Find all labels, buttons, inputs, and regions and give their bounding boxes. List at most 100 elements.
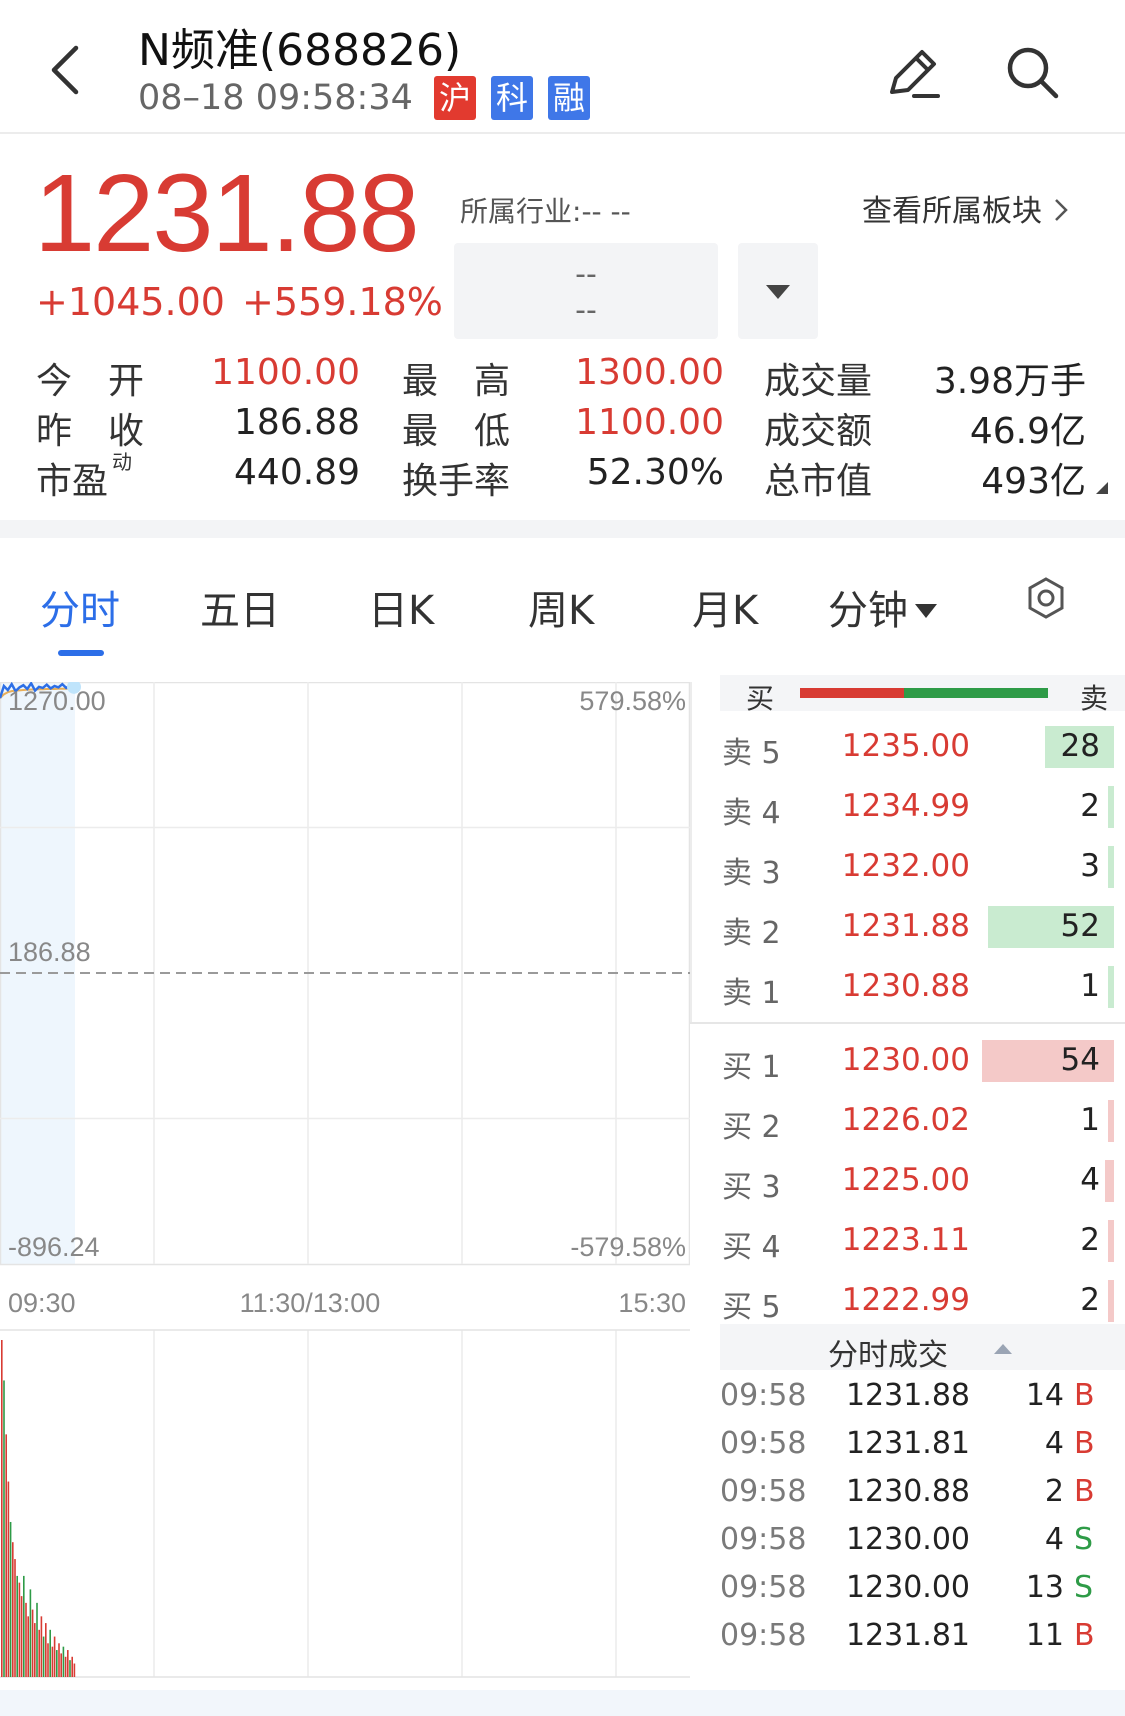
axis-label: -579.58% [570, 1232, 686, 1262]
volume-bar [62, 1646, 65, 1677]
volume-bar [67, 1650, 69, 1677]
caret-down-icon [915, 604, 937, 618]
ask-volume-bar [1108, 786, 1114, 828]
ask-level-label: 卖 5 [722, 736, 781, 771]
margin-tag: 融 [548, 76, 590, 120]
tab-label: 分时 [40, 588, 120, 634]
bid-price[interactable]: 1230.00 [790, 1042, 970, 1078]
ask-price[interactable]: 1231.88 [790, 908, 970, 944]
axis-label: 1270.00 [8, 686, 106, 716]
caret-up-icon[interactable] [992, 1338, 1014, 1360]
volume-bar [42, 1636, 45, 1677]
volume-bar [71, 1656, 73, 1677]
app-header: N频准(688826) 08–18 09:58:34 沪 科 融 [0, 0, 1125, 134]
ask-level-label: 卖 3 [722, 856, 781, 891]
volume-bar [58, 1643, 60, 1677]
tick-price: 1231.81 [845, 1618, 970, 1653]
view-sector-link[interactable]: 查看所属板块 [862, 186, 1070, 230]
ask-price[interactable]: 1235.00 [790, 728, 970, 764]
ask-price[interactable]: 1232.00 [790, 848, 970, 884]
caret-down-icon [766, 285, 790, 299]
stat-value: 1300.00 [575, 352, 724, 393]
tab-label: 周K [528, 588, 595, 634]
tick-time: 09:58 [720, 1618, 807, 1653]
price-change-percent: +559.18% [242, 280, 443, 324]
sector-summary-box[interactable]: -- -- [454, 243, 718, 339]
tick-price: 1230.00 [845, 1522, 970, 1557]
settings-ring-icon [1028, 577, 1064, 619]
tab-active-indicator [58, 650, 104, 656]
chart-settings-button[interactable] [1024, 576, 1068, 624]
stat-value: 493亿 [981, 461, 1086, 502]
ask-price[interactable]: 1230.88 [790, 968, 970, 1004]
tab-label: 月K [692, 588, 759, 634]
ask-volume: 3 [1080, 848, 1100, 884]
ask-volume: 28 [1060, 728, 1100, 764]
intraday-chart[interactable]: 1270.00 186.88 -896.24 579.58% -579.58% 09:30… [0, 682, 690, 1682]
bid-price[interactable]: 1226.02 [790, 1102, 970, 1138]
board-tag-star: 科 [491, 76, 533, 120]
stat-label: 市盈 [36, 461, 109, 502]
volume-bar [36, 1602, 38, 1677]
tab-1[interactable]: 分时 [40, 578, 120, 636]
volume-bar [34, 1623, 36, 1677]
volume-bar [49, 1629, 51, 1677]
search-button[interactable] [1002, 42, 1062, 102]
tick-price: 1230.88 [845, 1474, 970, 1509]
bid-volume: 4 [1080, 1162, 1100, 1198]
volume-bar [1, 1340, 3, 1677]
ask-volume-bar [1108, 966, 1114, 1008]
bid-level-label: 买 3 [722, 1170, 781, 1205]
industry-label: 所属行业: [460, 195, 582, 228]
tick-volume: 13 [1025, 1570, 1064, 1605]
ask-volume: 2 [1080, 788, 1100, 824]
tick-time: 09:58 [720, 1426, 807, 1461]
tick-time: 09:58 [720, 1474, 807, 1509]
tick-side: B [1074, 1426, 1095, 1461]
axis-label: 579.58% [579, 686, 686, 716]
price-change: +1045.00 [36, 280, 225, 324]
bottom-bar [0, 1690, 1125, 1716]
ask-level-label: 卖 1 [722, 976, 781, 1011]
bid-volume-bar [1108, 1220, 1114, 1262]
bid-price[interactable]: 1223.11 [790, 1222, 970, 1258]
volume-bar [60, 1653, 62, 1677]
ask-level-label: 卖 2 [722, 916, 781, 951]
bid-level-label: 买 1 [722, 1050, 781, 1085]
volume-bar [31, 1609, 34, 1677]
bid-price[interactable]: 1225.00 [790, 1162, 970, 1198]
volume-bar [45, 1623, 47, 1677]
industry-info: 所属行业:-- -- [460, 190, 631, 230]
volume-bar [47, 1643, 49, 1677]
tab-3[interactable]: 日K [368, 578, 434, 636]
ask-price[interactable]: 1234.99 [790, 788, 970, 824]
edit-button[interactable] [884, 42, 944, 102]
sector-dropdown-button[interactable] [738, 243, 818, 339]
tab-6[interactable]: 分钟 [828, 578, 940, 636]
bid-level-label: 买 4 [722, 1230, 781, 1265]
axis-label: 186.88 [8, 937, 91, 967]
chevron-left-icon [51, 45, 79, 95]
stat-value: 52.30% [586, 452, 724, 493]
bid-price[interactable]: 1222.99 [790, 1282, 970, 1318]
edit-pencil-icon [890, 50, 940, 98]
bid-volume-bar [1108, 1100, 1114, 1142]
tab-label: 日K [368, 588, 435, 634]
volume-bar [69, 1660, 71, 1677]
axis-label: 09:30 [8, 1288, 76, 1318]
industry-value: -- -- [581, 195, 631, 228]
tab-4[interactable]: 周K [528, 578, 594, 636]
stat-value: 3.98万手 [933, 361, 1086, 402]
quote-timestamp: 08–18 09:58:34 [138, 78, 413, 118]
tick-side: B [1074, 1378, 1095, 1413]
volume-bar [27, 1616, 29, 1677]
sell-header-label: 卖 [1080, 682, 1109, 715]
volume-bar [64, 1656, 67, 1677]
tab-5[interactable]: 月K [692, 578, 758, 636]
buy-header-label: 买 [746, 682, 775, 715]
tab-2[interactable]: 五日 [200, 578, 280, 636]
bid-volume: 2 [1080, 1222, 1100, 1258]
back-button[interactable] [44, 40, 94, 100]
volume-bar [18, 1582, 21, 1677]
bid-level-label: 买 5 [722, 1290, 781, 1325]
